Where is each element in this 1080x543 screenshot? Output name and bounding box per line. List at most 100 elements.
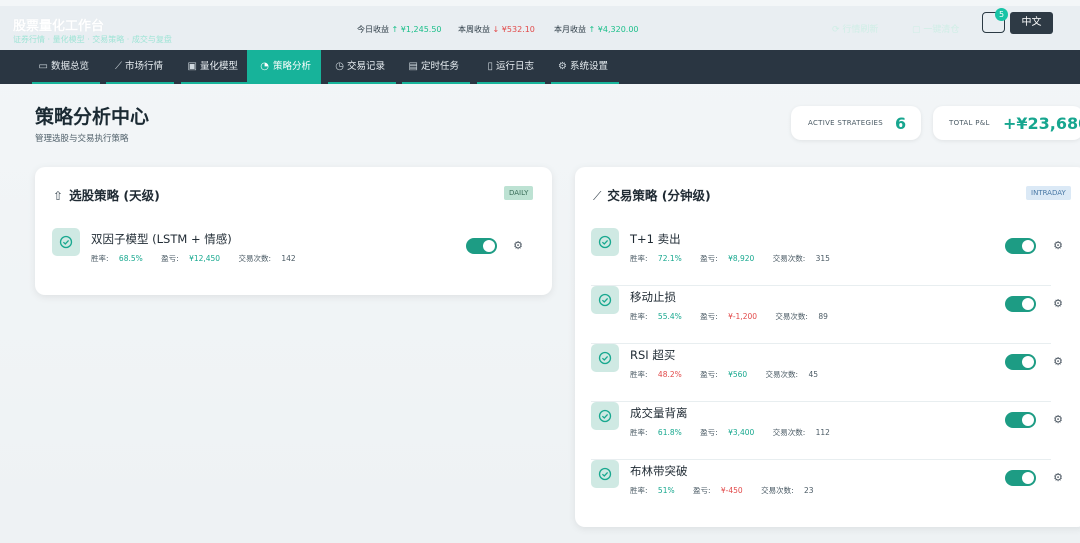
check-circle-icon: [591, 344, 619, 372]
strategy-toggle[interactable]: [466, 238, 497, 254]
card-title: ⇧ 选股策略 (天级): [53, 185, 160, 204]
win-rate: 胜率: 72.1%: [630, 254, 682, 263]
nav-item-quant-model[interactable]: ▣ 量化模型: [167, 50, 249, 84]
top-bar: 股票量化工作台 证券行情 · 量化模型 · 交易策略 · 成交与复盘 今日收益 …: [0, 6, 1080, 50]
list-item: T+1 卖出 胜率: 72.1% 盈亏: ¥8,920 交易次数: 315 ⚙: [591, 228, 1063, 286]
page-subtitle: 管理选股与交易执行策略: [35, 134, 129, 144]
nav-item-overview[interactable]: ▭ 数据总览: [18, 50, 100, 84]
win-rate: 胜率: 55.4%: [630, 312, 682, 321]
square-icon: ▢: [912, 25, 921, 35]
pie-icon: ◔: [260, 61, 269, 72]
pnl: 盈亏: ¥3,400: [700, 428, 755, 437]
nav-item-logs[interactable]: ▯ 运行日志: [463, 50, 545, 84]
strategy-toggle[interactable]: [1005, 296, 1036, 312]
nav-item-settings[interactable]: ⚙ 系统设置: [537, 50, 619, 84]
nav-label: 量化模型: [200, 61, 239, 72]
brand-subtitle: 证券行情 · 量化模型 · 交易策略 · 成交与复盘: [13, 35, 172, 44]
nav-label: 运行日志: [496, 61, 535, 72]
trend-line-icon: ⟋: [593, 189, 602, 203]
check-circle-icon: [591, 228, 619, 256]
strategy-meta: 胜率: 72.1% 盈亏: ¥8,920 交易次数: 315: [630, 253, 846, 264]
strategy-name: 布林带突破: [630, 464, 688, 478]
stock-strategy-card: ⇧ 选股策略 (天级) DAILY 双因子模型 (LSTM + 情感) 胜率: 6…: [35, 167, 552, 295]
win-rate: 胜率: 68.5%: [91, 254, 143, 263]
clock-icon: ◷: [335, 61, 344, 72]
strategy-meta: 胜率: 61.8% 盈亏: ¥3,400 交易次数: 112: [630, 427, 846, 438]
card-title-text: 选股策略 (天级): [69, 188, 160, 203]
nav-label: 数据总览: [51, 61, 90, 72]
pnl: 盈亏: ¥560: [700, 370, 748, 379]
stat-value: ¥4,320.00: [597, 25, 639, 34]
nav-item-strategy[interactable]: ◔ 策略分析: [247, 50, 321, 84]
list-item: 成交量背离 胜率: 61.8% 盈亏: ¥3,400 交易次数: 112 ⚙: [591, 402, 1063, 460]
brand-title: 股票量化工作台: [13, 19, 105, 34]
list-item: 双因子模型 (LSTM + 情感) 胜率: 68.5% 盈亏: ¥12,450 …: [52, 228, 542, 286]
gear-icon[interactable]: ⚙: [1048, 352, 1068, 372]
win-rate: 胜率: 48.2%: [630, 370, 682, 379]
trade-count: 交易次数: 315: [772, 254, 830, 263]
pnl: 盈亏: ¥8,920: [700, 254, 755, 263]
card-title-text: 交易策略 (分钟级): [607, 188, 711, 203]
stat-month: 本月收益 ↑ ¥4,320.00: [554, 24, 639, 35]
strategy-name: 双因子模型 (LSTM + 情感): [91, 232, 232, 246]
gear-icon[interactable]: ⚙: [1048, 294, 1068, 314]
stat-label: 本周收益: [458, 25, 490, 34]
strategy-name: 成交量背离: [630, 406, 688, 420]
stat-value: ¥532.10: [501, 25, 535, 34]
trade-count: 交易次数: 112: [772, 428, 830, 437]
gear-icon[interactable]: ⚙: [1048, 468, 1068, 488]
strategy-name: 移动止损: [630, 290, 676, 304]
nav-label: 策略分析: [273, 61, 312, 72]
list-item: 移动止损 胜率: 55.4% 盈亏: ¥-1,200 交易次数: 89 ⚙: [591, 286, 1063, 344]
stat-today: 今日收益 ↑ ¥1,245.50: [357, 24, 442, 35]
monitor-icon: ▭: [38, 61, 48, 72]
nav-item-trades[interactable]: ◷ 交易记录: [314, 50, 396, 84]
stat-label: 今日收益: [357, 25, 389, 34]
strategy-name: T+1 卖出: [630, 232, 681, 246]
daily-tag: DAILY: [504, 186, 534, 200]
main-nav: ▭ 数据总览 ⟋ 市场行情 ▣ 量化模型 ◔ 策略分析 ◷ 交易记录 ▤ 定时任…: [0, 50, 1080, 84]
nav-label: 系统设置: [570, 61, 609, 72]
refresh-button[interactable]: ⟳ 行情刷新: [832, 22, 878, 35]
calendar-icon: ▤: [408, 61, 418, 72]
arrow-down-icon: ↓: [492, 25, 500, 34]
strategy-toggle[interactable]: [1005, 470, 1036, 486]
gear-icon[interactable]: ⚙: [1048, 410, 1068, 430]
strategy-meta: 胜率: 51% 盈亏: ¥-450 交易次数: 23: [630, 485, 830, 496]
pnl: 盈亏: ¥-1,200: [700, 312, 758, 321]
strategy-meta: 胜率: 68.5% 盈亏: ¥12,450 交易次数: 142: [91, 253, 312, 264]
gear-icon[interactable]: ⚙: [508, 236, 528, 256]
gear-icon: ⚙: [558, 61, 567, 72]
trade-count: 交易次数: 142: [238, 254, 296, 263]
gear-icon[interactable]: ⚙: [1048, 236, 1068, 256]
strategy-toggle[interactable]: [1005, 354, 1036, 370]
pnl: 盈亏: ¥-450: [692, 486, 743, 495]
win-rate: 胜率: 61.8%: [630, 428, 682, 437]
list-item: RSI 超买 胜率: 48.2% 盈亏: ¥560 交易次数: 45 ⚙: [591, 344, 1063, 402]
nav-item-market[interactable]: ⟋ 市场行情: [92, 50, 174, 84]
kpi-label: ACTIVE STRATEGIES: [808, 119, 884, 127]
trend-line-icon: ⟋: [115, 61, 122, 72]
kpi-value: 6: [895, 114, 907, 133]
stat-week: 本周收益 ↓ ¥532.10: [458, 24, 535, 35]
check-circle-icon: [591, 286, 619, 314]
arrow-up-icon: ↑: [391, 25, 399, 34]
nav-label: 市场行情: [125, 61, 164, 72]
check-circle-icon: [52, 228, 80, 256]
stat-label: 本月收益: [554, 25, 586, 34]
nav-label: 交易记录: [347, 61, 386, 72]
kpi-total-pnl: TOTAL P&L +¥23,680: [933, 106, 1080, 140]
strategy-toggle[interactable]: [1005, 238, 1036, 254]
list-item: 布林带突破 胜率: 51% 盈亏: ¥-450 交易次数: 23 ⚙: [591, 460, 1063, 518]
nav-item-scheduled[interactable]: ▤ 定时任务: [388, 50, 470, 84]
language-button[interactable]: 中文: [1010, 12, 1053, 34]
stat-value: ¥1,245.50: [400, 25, 442, 34]
strategy-toggle[interactable]: [1005, 412, 1036, 428]
refresh-label: 行情刷新: [842, 25, 879, 35]
clear-positions-button[interactable]: ▢ 一键清仓: [912, 22, 959, 35]
check-circle-icon: [591, 460, 619, 488]
nav-label: 定时任务: [421, 61, 460, 72]
strategy-meta: 胜率: 48.2% 盈亏: ¥560 交易次数: 45: [630, 369, 834, 380]
clear-positions-label: 一键清仓: [923, 25, 960, 35]
card-title: ⟋ 交易策略 (分钟级): [593, 185, 711, 204]
